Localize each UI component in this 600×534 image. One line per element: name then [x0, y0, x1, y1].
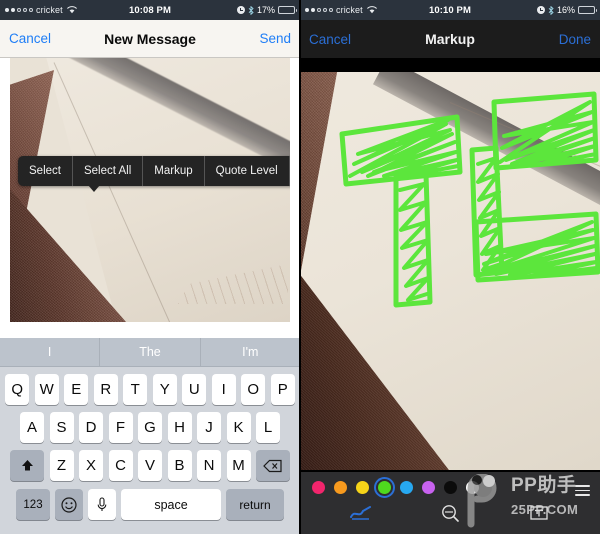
- key-z[interactable]: Z: [49, 450, 74, 481]
- markup-photo[interactable]: [300, 72, 600, 470]
- bluetooth-icon: [248, 5, 254, 15]
- swatch-white[interactable]: [466, 481, 479, 494]
- swatch-orange[interactable]: [334, 481, 347, 494]
- keyboard-row-4: 123 space return: [0, 489, 300, 520]
- microphone-icon[interactable]: [88, 489, 116, 520]
- color-swatch-row[interactable]: [300, 472, 600, 498]
- right-status-bar: cricket 10:10 PM 16%: [300, 0, 600, 20]
- numbers-key[interactable]: 123: [16, 489, 50, 520]
- alarm-clock-icon: [536, 6, 545, 14]
- right-nav-bar: Cancel Markup Done: [300, 20, 600, 58]
- key-d[interactable]: D: [79, 412, 103, 443]
- key-q[interactable]: Q: [5, 374, 30, 405]
- alarm-clock-icon: [236, 6, 245, 14]
- key-b[interactable]: B: [167, 450, 192, 481]
- return-key[interactable]: return: [226, 489, 284, 520]
- suggestion-3[interactable]: I'm: [201, 338, 300, 366]
- left-nav-bar: Cancel New Message Send: [0, 20, 300, 58]
- attached-photo[interactable]: Select Select All Markup Quote Level ▶: [10, 58, 290, 322]
- callout-markup[interactable]: Markup: [143, 156, 205, 186]
- key-v[interactable]: V: [138, 450, 162, 481]
- key-h[interactable]: H: [167, 412, 192, 443]
- on-screen-keyboard[interactable]: I The I'm Q W E R T Y U I O P A S D F G …: [0, 338, 300, 534]
- key-c[interactable]: C: [108, 450, 133, 481]
- key-l[interactable]: L: [256, 412, 280, 443]
- keyboard-row-2: A S D F G H J K L: [0, 412, 300, 443]
- key-w[interactable]: W: [34, 374, 59, 405]
- right-status-right: 16%: [536, 5, 597, 15]
- shift-key[interactable]: [10, 450, 44, 481]
- green-ink-annotation: [339, 91, 600, 308]
- keyboard-row-3: Z X C V B N M: [0, 450, 300, 481]
- key-k[interactable]: K: [226, 412, 251, 443]
- dual-screenshot: cricket 10:08 PM 17% Cancel New Message: [0, 0, 600, 534]
- bluetooth-icon: [548, 5, 554, 15]
- key-u[interactable]: U: [182, 374, 207, 405]
- battery-percent-label: 17%: [256, 5, 275, 15]
- space-key[interactable]: space: [121, 489, 221, 520]
- compose-body: Select Select All Markup Quote Level ▶ I…: [0, 58, 300, 534]
- callout-select-all[interactable]: Select All: [73, 156, 144, 186]
- callout-quote-level[interactable]: Quote Level: [205, 156, 290, 186]
- right-pane-markup: cricket 10:10 PM 16% Cancel Markup Done: [300, 0, 600, 534]
- swatch-black[interactable]: [444, 481, 457, 494]
- markup-toolbar[interactable]: [300, 472, 600, 534]
- battery-icon: [578, 6, 597, 14]
- swatch-purple[interactable]: [422, 481, 435, 494]
- key-e[interactable]: E: [64, 374, 89, 405]
- key-r[interactable]: R: [93, 374, 118, 405]
- keyboard-row-1: Q W E R T Y U I O P: [0, 374, 300, 405]
- suggestion-1[interactable]: I: [0, 338, 101, 366]
- predictive-text-bar[interactable]: I The I'm: [0, 338, 300, 367]
- swatch-yellow[interactable]: [356, 481, 369, 494]
- suggestion-2[interactable]: The: [100, 338, 201, 366]
- edit-callout-menu[interactable]: Select Select All Markup Quote Level ▶: [18, 156, 290, 192]
- left-status-right: 17%: [236, 5, 297, 15]
- text-box-icon[interactable]: [495, 505, 584, 521]
- line-weight-menu-icon[interactable]: [575, 485, 590, 496]
- cancel-button[interactable]: Cancel: [9, 31, 51, 46]
- key-n[interactable]: N: [197, 450, 221, 481]
- key-f[interactable]: F: [108, 412, 133, 443]
- emoji-smiley-icon[interactable]: [55, 489, 83, 520]
- signature-pen-icon[interactable]: [316, 505, 405, 521]
- battery-percent-label: 16%: [556, 5, 575, 15]
- swatch-blue[interactable]: [400, 481, 413, 494]
- key-g[interactable]: G: [138, 412, 162, 443]
- key-a[interactable]: A: [20, 412, 44, 443]
- key-t[interactable]: T: [123, 374, 148, 405]
- left-pane-new-message: cricket 10:08 PM 17% Cancel New Message: [0, 0, 300, 534]
- markup-canvas-area[interactable]: [300, 58, 600, 534]
- left-status-bar: cricket 10:08 PM 17%: [0, 0, 300, 20]
- key-m[interactable]: M: [226, 450, 251, 481]
- done-button[interactable]: Done: [559, 32, 591, 47]
- loupe-magnifier-icon[interactable]: [405, 504, 494, 522]
- key-p[interactable]: P: [270, 374, 295, 405]
- key-o[interactable]: O: [241, 374, 266, 405]
- callout-pointer: [88, 185, 100, 192]
- key-s[interactable]: S: [49, 412, 74, 443]
- key-j[interactable]: J: [197, 412, 221, 443]
- pane-divider: [299, 0, 301, 534]
- markup-tool-row[interactable]: [300, 498, 600, 528]
- key-x[interactable]: X: [79, 450, 103, 481]
- backspace-key[interactable]: [256, 450, 290, 481]
- send-button[interactable]: Send: [259, 31, 291, 46]
- battery-icon: [278, 6, 297, 14]
- key-i[interactable]: I: [211, 374, 236, 405]
- key-y[interactable]: Y: [152, 374, 177, 405]
- swatch-green[interactable]: [374, 477, 395, 498]
- callout-select[interactable]: Select: [18, 156, 73, 186]
- swatch-pink[interactable]: [312, 481, 325, 494]
- cancel-button[interactable]: Cancel: [309, 32, 351, 47]
